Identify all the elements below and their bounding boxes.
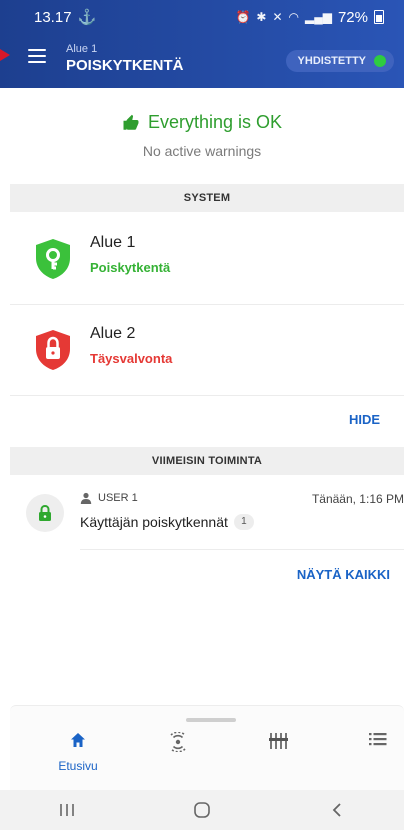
shield-lock-icon — [36, 330, 70, 370]
hide-button[interactable]: HIDE — [349, 412, 380, 427]
header-title-block: Alue 1 POISKYTKENTÄ — [66, 43, 184, 74]
drag-handle[interactable] — [186, 718, 236, 722]
area-row-1[interactable]: Alue 1 Poiskytkentä — [10, 214, 404, 305]
activity-description: Käyttäjän poiskytkennät 1 — [80, 514, 254, 530]
bluetooth-icon: ✱ — [256, 10, 267, 24]
tab-home[interactable]: Etusivu — [48, 732, 108, 773]
recent-activity-label: VIIMEISIN TOIMINTA — [151, 455, 263, 467]
signal-icon: ▂▄▆ — [305, 10, 332, 24]
activity-user-name: USER 1 — [98, 492, 138, 504]
tab-list[interactable] — [348, 732, 404, 751]
activity-time: Tänään, 1:16 PM — [311, 492, 404, 506]
activity-divider — [80, 549, 404, 550]
thumbs-up-icon — [123, 114, 139, 130]
tab-home-label: Etusivu — [58, 759, 98, 773]
recent-apps-icon[interactable] — [59, 802, 75, 818]
area-row-2[interactable]: Alue 2 Täysvalvonta — [10, 305, 404, 396]
sensor-icon — [170, 731, 186, 753]
activity-count-badge: 1 — [233, 514, 254, 530]
activity-icon — [26, 494, 64, 532]
tab-devices[interactable] — [148, 731, 208, 757]
recent-activity-header: VIIMEISIN TOIMINTA — [10, 447, 404, 475]
list-icon — [369, 733, 387, 746]
connection-status: YHDISTETTY — [285, 50, 394, 72]
status-title: Everything is OK — [147, 112, 283, 132]
alarm-clock-icon: ⏰ — [235, 10, 251, 24]
area-state: Poiskytkentä — [90, 260, 171, 275]
activity-user: USER 1 — [80, 492, 138, 504]
status-bar: 13.17 ⚓ ⏰ ✱ ✕ ◠ ▂▄▆ 72% — [0, 0, 404, 34]
home-icon — [71, 733, 85, 747]
person-icon — [80, 492, 92, 504]
mute-icon: ✕ — [272, 10, 283, 24]
activity-item[interactable]: USER 1 Tänään, 1:16 PM Käyttäjän poiskyt… — [10, 484, 404, 550]
app-header: 13.17 ⚓ ⏰ ✱ ✕ ◠ ▂▄▆ 72% Alue 1 POISKYTKE… — [0, 0, 404, 88]
lock-icon — [39, 504, 51, 521]
area-state: Täysvalvonta — [90, 351, 173, 366]
battery-level: 72% — [337, 8, 368, 26]
show-all-button[interactable]: NÄYTÄ KAIKKI — [297, 567, 390, 582]
usb-icon: ⚓ — [77, 9, 97, 26]
home-button-icon[interactable] — [193, 801, 211, 819]
shield-key-icon — [36, 239, 70, 279]
status-summary: Everything is OK No active warnings — [0, 112, 404, 159]
connection-dot-icon — [374, 55, 386, 67]
system-navigation-bar — [0, 790, 404, 830]
tab-controls[interactable] — [248, 732, 308, 755]
pointer-arrow-icon — [0, 49, 10, 61]
status-subtitle: No active warnings — [142, 143, 262, 159]
header-area-name: Alue 1 — [66, 43, 98, 55]
connection-label: YHDISTETTY — [297, 55, 366, 67]
status-time: 13.17 — [34, 8, 72, 26]
back-icon[interactable] — [329, 802, 345, 818]
area-name: Alue 2 — [90, 325, 136, 342]
sliders-icon — [269, 733, 288, 749]
system-section-header: SYSTEM — [10, 184, 404, 212]
battery-icon — [374, 10, 384, 24]
area-name: Alue 1 — [90, 234, 136, 251]
bottom-navigation: Etusivu — [10, 705, 404, 791]
header-title: POISKYTKENTÄ — [66, 57, 184, 74]
wifi-icon: ◠ — [288, 10, 299, 24]
activity-text: Käyttäjän poiskytkennät — [80, 514, 228, 530]
system-section-label: SYSTEM — [183, 192, 231, 204]
menu-button[interactable] — [28, 49, 46, 63]
